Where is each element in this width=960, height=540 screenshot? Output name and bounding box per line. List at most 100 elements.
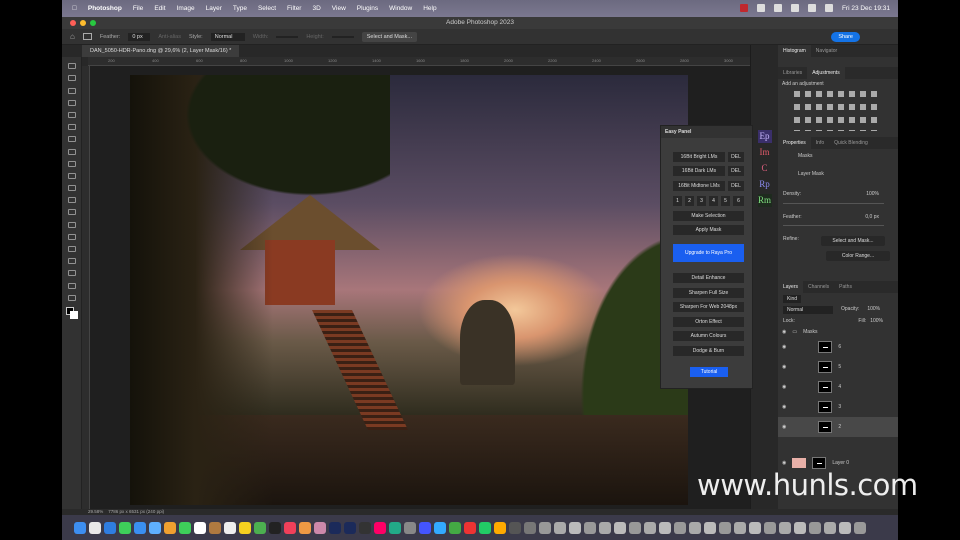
more-icon[interactable] <box>67 294 76 301</box>
eye-icon[interactable]: ◉ <box>782 424 786 430</box>
mask-thumbnail[interactable] <box>818 361 833 373</box>
dock-app-icon[interactable] <box>224 521 236 534</box>
apply-mask-button[interactable]: Apply Mask <box>673 225 744 235</box>
wifi-icon[interactable] <box>807 4 816 12</box>
action-button[interactable]: Dodge & Burn <box>673 346 744 356</box>
number-button[interactable]: 3 <box>697 196 706 206</box>
number-button[interactable]: 4 <box>709 196 718 206</box>
dock-app-icon[interactable] <box>359 521 371 534</box>
menu-image[interactable]: Image <box>177 5 195 12</box>
color-swatches[interactable] <box>66 306 78 323</box>
layer-row[interactable]: ◉ 4 <box>778 377 898 397</box>
number-button[interactable]: 2 <box>685 196 694 206</box>
search-icon[interactable] <box>824 4 833 12</box>
dock-app-icon[interactable] <box>494 521 506 534</box>
midtone-lms-button[interactable]: 16Bit Midtone LMs <box>673 181 725 191</box>
menu-3d[interactable]: 3D <box>312 5 320 12</box>
layer-row[interactable]: ◉ 5 <box>778 357 898 377</box>
eye-icon[interactable]: ◉ <box>782 329 786 335</box>
action-button[interactable]: Orton Effect <box>673 317 744 327</box>
tab-quick-blending[interactable]: Quick Blending <box>829 137 873 149</box>
zoom-level[interactable]: 29.58% <box>88 509 103 514</box>
tutorial-button[interactable]: Tutorial <box>690 367 728 377</box>
kind-filter[interactable]: Kind <box>783 295 802 303</box>
mask-thumbnail[interactable] <box>818 401 833 413</box>
tab-properties[interactable]: Properties <box>778 137 811 149</box>
select-and-mask-button[interactable]: Select and Mask... <box>821 236 885 246</box>
path-select-icon[interactable] <box>67 258 76 265</box>
dock-app-icon[interactable] <box>854 521 866 534</box>
menu-filter[interactable]: Filter <box>287 5 301 12</box>
upgrade-button[interactable]: Upgrade to Raya Pro <box>673 244 744 262</box>
layer-row[interactable]: ◉ 3 <box>778 397 898 417</box>
dock-app-icon[interactable] <box>734 521 746 534</box>
blur-icon[interactable] <box>67 209 76 216</box>
dock-app-icon[interactable] <box>404 521 416 534</box>
brush-icon[interactable] <box>67 148 76 155</box>
select-and-mask-button[interactable]: Select and Mask... <box>361 31 417 42</box>
status-icon[interactable] <box>756 4 765 12</box>
tab-channels[interactable]: Channels <box>803 281 834 293</box>
action-button[interactable]: Sharpen Full Size <box>673 288 744 298</box>
eye-icon[interactable]: ◉ <box>782 460 786 466</box>
dock-app-icon[interactable] <box>569 521 581 534</box>
minimize-button[interactable] <box>80 20 86 26</box>
dock-app-icon[interactable] <box>764 521 776 534</box>
density-slider[interactable] <box>783 203 884 204</box>
dock-app-icon[interactable] <box>74 521 86 534</box>
layer-group[interactable]: ◉ ▭ Masks <box>778 327 898 337</box>
bright-lms-button[interactable]: 16Bit Bright LMs <box>673 152 725 162</box>
fill-value[interactable]: 100% <box>870 318 883 324</box>
dock-app-icon[interactable] <box>479 521 491 534</box>
menu-view[interactable]: View <box>332 5 346 12</box>
share-button[interactable]: Share <box>831 32 860 42</box>
del-button[interactable]: DEL <box>728 181 744 191</box>
crop-tool-icon[interactable] <box>67 111 76 118</box>
dock-app-icon[interactable] <box>329 521 341 534</box>
feather-slider[interactable] <box>783 225 884 226</box>
canvas[interactable] <box>90 66 750 509</box>
number-button[interactable]: 5 <box>721 196 730 206</box>
number-button[interactable]: 1 <box>673 196 682 206</box>
quick-select-icon[interactable] <box>67 99 76 106</box>
opacity-value[interactable]: 100% <box>867 306 880 314</box>
zoom-button[interactable] <box>90 20 96 26</box>
dock-app-icon[interactable] <box>389 521 401 534</box>
lasso-tool-icon[interactable] <box>67 87 76 94</box>
action-button[interactable]: Detail Enhance <box>673 273 744 283</box>
dock-app-icon[interactable] <box>269 521 281 534</box>
menu-plugins[interactable]: Plugins <box>357 5 378 12</box>
dock-app-icon[interactable] <box>134 521 146 534</box>
dock-app-icon[interactable] <box>194 521 206 534</box>
dock-app-icon[interactable] <box>314 521 326 534</box>
dock-app-icon[interactable] <box>284 521 296 534</box>
height-input[interactable] <box>331 35 354 38</box>
menu-help[interactable]: Help <box>423 5 436 12</box>
dock-app-icon[interactable] <box>89 521 101 534</box>
tab-libraries[interactable]: Libraries <box>778 67 807 79</box>
clock[interactable]: Fri 23 Dec 19:31 <box>842 5 890 12</box>
tab-layers[interactable]: Layers <box>778 281 804 293</box>
width-input[interactable] <box>276 35 299 38</box>
del-button[interactable]: DEL <box>728 166 744 176</box>
move-tool-icon[interactable] <box>67 63 76 70</box>
dock-app-icon[interactable] <box>719 521 731 534</box>
gradient-icon[interactable] <box>67 197 76 204</box>
healing-icon[interactable] <box>67 136 76 143</box>
dock-app-icon[interactable] <box>644 521 656 534</box>
number-button[interactable]: 6 <box>733 196 744 206</box>
dock-app-icon[interactable] <box>794 521 806 534</box>
dock-app-icon[interactable] <box>464 521 476 534</box>
dock-app-icon[interactable] <box>374 521 386 534</box>
layer-row-selected[interactable]: ◉ 2 <box>778 417 898 437</box>
dock-app-icon[interactable] <box>599 521 611 534</box>
dock-app-icon[interactable] <box>689 521 701 534</box>
dock-app-icon[interactable] <box>104 521 116 534</box>
mask-thumbnail[interactable] <box>818 421 833 433</box>
adjustment-icons[interactable] <box>794 91 882 131</box>
menu-edit[interactable]: Edit <box>154 5 165 12</box>
zoom-icon[interactable] <box>67 282 76 289</box>
menu-window[interactable]: Window <box>389 5 412 12</box>
home-icon[interactable]: ⌂ <box>70 32 75 41</box>
dock-app-icon[interactable] <box>659 521 671 534</box>
